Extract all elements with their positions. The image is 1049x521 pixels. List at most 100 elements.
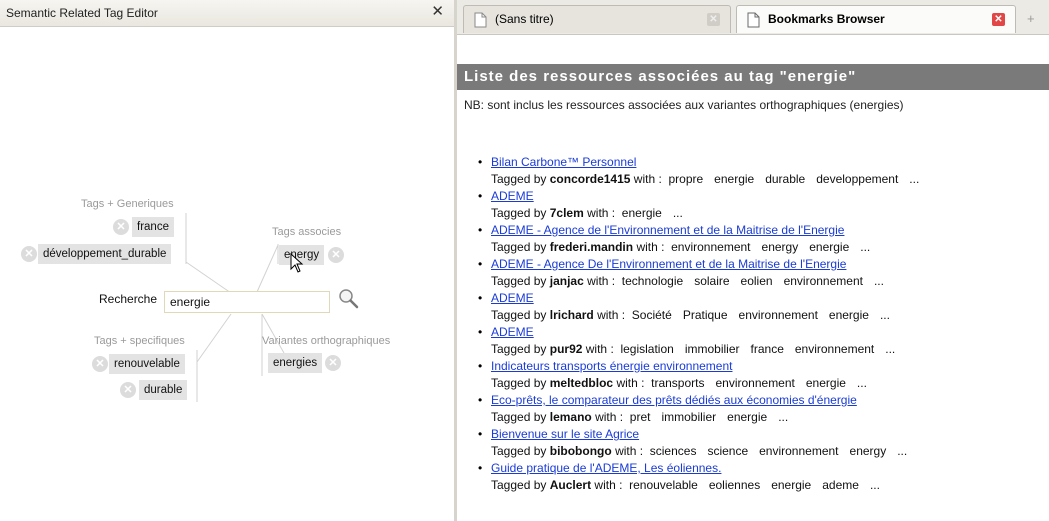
tagged-by-label: Tagged by bbox=[491, 376, 547, 390]
resource-tag[interactable]: ... bbox=[870, 478, 880, 492]
resource-user[interactable]: lemano bbox=[550, 410, 592, 424]
resource-user[interactable]: bibobongo bbox=[550, 444, 612, 458]
remove-tag-icon[interactable]: ✕ bbox=[325, 355, 341, 371]
bullet: • bbox=[478, 427, 483, 441]
with-label: with : bbox=[594, 478, 623, 492]
resource-tag[interactable]: immobilier bbox=[685, 342, 740, 356]
resource-tag[interactable]: ... bbox=[860, 240, 870, 254]
tab-close-icon[interactable]: ✕ bbox=[707, 13, 720, 26]
resource-tag[interactable]: energie bbox=[806, 376, 846, 390]
resource-tag[interactable]: pret bbox=[630, 410, 651, 424]
resource-item: • ADEME Tagged by lrichard with : Société P… bbox=[478, 290, 930, 324]
resource-link[interactable]: ADEME bbox=[491, 290, 930, 306]
tag-chip-generic[interactable]: france bbox=[132, 217, 174, 237]
resource-tag[interactable]: energie bbox=[727, 410, 767, 424]
resource-user[interactable]: concorde1415 bbox=[550, 172, 631, 186]
resource-tag[interactable]: energie bbox=[809, 240, 849, 254]
resource-tag[interactable]: france bbox=[751, 342, 784, 356]
bullet: • bbox=[478, 393, 483, 407]
resource-tag[interactable]: environnement bbox=[671, 240, 750, 254]
search-input[interactable] bbox=[164, 291, 330, 313]
associated-tags-label: Tags associes bbox=[272, 226, 342, 238]
resource-tag[interactable]: developpement bbox=[816, 172, 898, 186]
resource-link[interactable]: Bienvenue sur le site Agrice bbox=[491, 426, 930, 442]
with-label: with : bbox=[615, 444, 644, 458]
resource-byline: Tagged by concorde1415 with : propre ener… bbox=[491, 170, 930, 188]
resource-tag[interactable]: energie bbox=[622, 206, 662, 220]
resource-tag[interactable]: legislation bbox=[620, 342, 673, 356]
resource-tag[interactable]: environnement bbox=[715, 376, 794, 390]
resource-tag[interactable]: ... bbox=[874, 274, 884, 288]
resource-link[interactable]: Guide pratique de l'ADEME, Les éoliennes… bbox=[491, 460, 930, 476]
resource-tag[interactable]: environnement bbox=[784, 274, 863, 288]
resource-user[interactable]: 7clem bbox=[550, 206, 584, 220]
resource-tag[interactable]: ... bbox=[778, 410, 788, 424]
tag-chip-generic[interactable]: développement_durable bbox=[38, 244, 172, 264]
resource-tag[interactable]: energy bbox=[850, 444, 887, 458]
resource-tags: legislation immobilier france environnement… bbox=[620, 342, 906, 356]
resource-tags: transports environnement energie... bbox=[651, 376, 878, 390]
resource-tag[interactable]: energy bbox=[762, 240, 799, 254]
remove-tag-icon[interactable]: ✕ bbox=[21, 246, 37, 262]
resource-tag[interactable]: eoliennes bbox=[709, 478, 760, 492]
resource-user[interactable]: Auclert bbox=[550, 478, 591, 492]
resource-tag[interactable]: energie bbox=[714, 172, 754, 186]
resource-link[interactable]: Indicateurs transports énergie environne… bbox=[491, 358, 930, 374]
resource-tag[interactable]: environnement bbox=[739, 308, 818, 322]
tag-chip-variant[interactable]: energies bbox=[268, 353, 323, 373]
resource-item: • ADEME Tagged by pur92 with : legislation… bbox=[478, 324, 930, 358]
resource-link[interactable]: Bilan Carbone™ Personnel bbox=[491, 154, 930, 170]
resource-tag[interactable]: ... bbox=[885, 342, 895, 356]
resource-link[interactable]: ADEME bbox=[491, 188, 930, 204]
resource-tag[interactable]: ademe bbox=[822, 478, 859, 492]
resource-user[interactable]: meltedbloc bbox=[550, 376, 613, 390]
resource-tag[interactable]: ... bbox=[880, 308, 890, 322]
resource-user[interactable]: lrichard bbox=[550, 308, 594, 322]
with-label: with : bbox=[636, 240, 665, 254]
resource-tag[interactable]: environnement bbox=[795, 342, 874, 356]
tagged-by-label: Tagged by bbox=[491, 274, 547, 288]
resource-item: • Bilan Carbone™ Personnel Tagged by conco… bbox=[478, 154, 930, 188]
remove-tag-icon[interactable]: ✕ bbox=[113, 219, 129, 235]
resource-tag[interactable]: energie bbox=[829, 308, 869, 322]
magnifier-icon[interactable] bbox=[338, 288, 360, 313]
variants-label: Variantes orthographiques bbox=[262, 335, 391, 347]
remove-tag-icon[interactable]: ✕ bbox=[328, 247, 344, 263]
new-tab-icon[interactable]: + bbox=[1027, 11, 1035, 26]
page-icon bbox=[747, 12, 760, 31]
resource-link[interactable]: Eco-prêts, le comparateur des prêts dédi… bbox=[491, 392, 930, 408]
tag-chip-specific[interactable]: durable bbox=[139, 380, 188, 400]
resource-tag[interactable]: renouvelable bbox=[629, 478, 698, 492]
tab-close-icon[interactable]: ✕ bbox=[992, 13, 1005, 26]
resource-tag[interactable]: immobilier bbox=[661, 410, 716, 424]
resource-link[interactable]: ADEME - Agence De l'Environnement et de … bbox=[491, 256, 930, 272]
tab-sans-titre[interactable]: (Sans titre) ✕ bbox=[463, 5, 731, 33]
resource-link[interactable]: ADEME - Agence de l'Environnement et de … bbox=[491, 222, 930, 238]
resource-user[interactable]: janjac bbox=[550, 274, 584, 288]
tag-chip-specific[interactable]: renouvelable bbox=[109, 354, 185, 374]
resource-tag[interactable]: solaire bbox=[694, 274, 729, 288]
resource-tag[interactable]: ... bbox=[897, 444, 907, 458]
resource-tag[interactable]: durable bbox=[765, 172, 805, 186]
resource-tag[interactable]: Pratique bbox=[683, 308, 728, 322]
resource-tag[interactable]: transports bbox=[651, 376, 704, 390]
resource-tag[interactable]: ... bbox=[857, 376, 867, 390]
resource-tag[interactable]: energie bbox=[771, 478, 811, 492]
resource-tag[interactable]: science bbox=[707, 444, 748, 458]
resource-user[interactable]: frederi.mandin bbox=[550, 240, 633, 254]
resource-tag[interactable]: eolien bbox=[741, 274, 773, 288]
tab-title: Bookmarks Browser bbox=[768, 12, 885, 26]
remove-tag-icon[interactable]: ✕ bbox=[92, 356, 108, 372]
resource-tag[interactable]: sciences bbox=[650, 444, 697, 458]
resource-tag[interactable]: Société bbox=[632, 308, 672, 322]
resource-tag[interactable]: propre bbox=[668, 172, 703, 186]
resource-tags: sciences science environnement energy... bbox=[650, 444, 918, 458]
resource-tag[interactable]: ... bbox=[673, 206, 683, 220]
resource-link[interactable]: ADEME bbox=[491, 324, 930, 340]
resource-tag[interactable]: environnement bbox=[759, 444, 838, 458]
tab-bookmarks-browser[interactable]: Bookmarks Browser ✕ bbox=[736, 5, 1016, 33]
resource-tag[interactable]: ... bbox=[909, 172, 919, 186]
resource-user[interactable]: pur92 bbox=[550, 342, 583, 356]
resource-tag[interactable]: technologie bbox=[622, 274, 683, 288]
remove-tag-icon[interactable]: ✕ bbox=[120, 382, 136, 398]
